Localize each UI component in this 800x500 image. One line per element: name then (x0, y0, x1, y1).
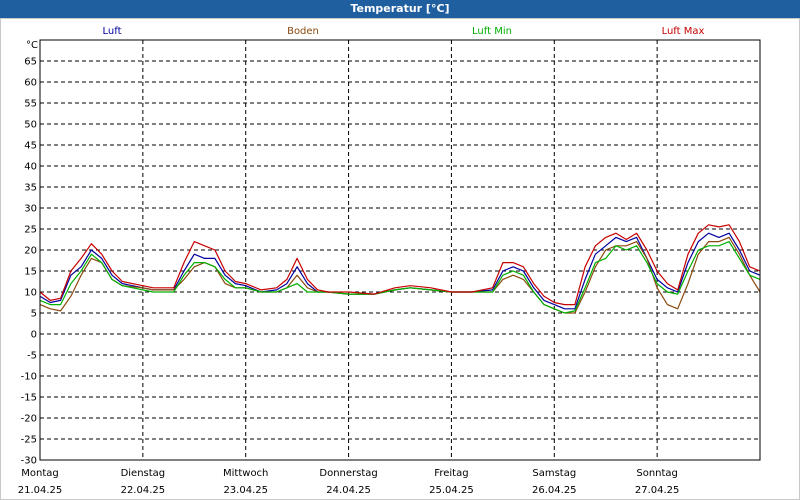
y-tick-label: 10 (24, 288, 37, 299)
x-tick-weekday: Montag (21, 468, 58, 479)
temperature-chart: 65605550454035302520151050-5-10-15-20-25… (18, 26, 761, 496)
y-tick-label: -20 (21, 414, 37, 425)
y-tick-label: 45 (24, 141, 37, 152)
x-tick-weekday: Dienstag (121, 468, 166, 479)
x-tick-labels: Montag 21.04.25 Dienstag 22.04.25 Mittwoch 23… (18, 468, 680, 496)
x-tick-weekday: Samstag (532, 468, 576, 479)
y-tick-label: 30 (24, 204, 37, 215)
y-tick-label: -15 (21, 393, 37, 404)
y-tick-label: 60 (24, 78, 37, 89)
legend-entry-luft-max: Luft Max (662, 26, 705, 37)
series-line-boden (39, 236, 761, 314)
x-tick-date: 21.04.25 (18, 485, 63, 496)
x-tick-weekday: Mittwoch (223, 468, 268, 479)
x-tick-weekday: Freitag (434, 468, 468, 479)
y-tick-label: -5 (27, 351, 37, 362)
series-line-luft-max (39, 224, 761, 306)
y-tick-label: 55 (24, 99, 37, 110)
legend: Luft Boden Luft Min Luft Max (103, 26, 705, 37)
x-tick-date: 23.04.25 (223, 485, 268, 496)
legend-entry-boden: Boden (287, 26, 319, 37)
x-tick-date: 27.04.25 (635, 485, 680, 496)
y-tick-label: 35 (24, 183, 37, 194)
series-line-luft-min (39, 241, 761, 314)
y-tick-label: -10 (21, 372, 37, 383)
series-lines (39, 224, 761, 314)
x-tick-date: 24.04.25 (326, 485, 371, 496)
legend-entry-luft-min: Luft Min (472, 26, 512, 37)
y-tick-label: -30 (21, 456, 37, 467)
y-tick-label: 15 (24, 267, 37, 278)
y-tick-labels: 65605550454035302520151050-5-10-15-20-25… (21, 57, 37, 467)
legend-entry-luft: Luft (103, 26, 122, 37)
x-tick-date: 26.04.25 (532, 485, 577, 496)
x-tick-date: 22.04.25 (121, 485, 166, 496)
x-tick-date: 25.04.25 (429, 485, 474, 496)
y-tick-label: 50 (24, 120, 37, 131)
grid-lines (40, 40, 760, 460)
y-tick-label: 65 (24, 57, 37, 68)
y-tick-label: 20 (24, 246, 37, 257)
y-tick-label: 40 (24, 162, 37, 173)
y-tick-label: 25 (24, 225, 37, 236)
y-tick-label: -25 (21, 435, 37, 446)
y-tick-label: 5 (31, 309, 37, 320)
x-tick-weekday: Donnerstag (319, 468, 377, 479)
y-axis-unit-label: °C (26, 40, 38, 51)
y-tick-label: 0 (31, 330, 37, 341)
x-tick-weekday: Sonntag (636, 468, 678, 479)
